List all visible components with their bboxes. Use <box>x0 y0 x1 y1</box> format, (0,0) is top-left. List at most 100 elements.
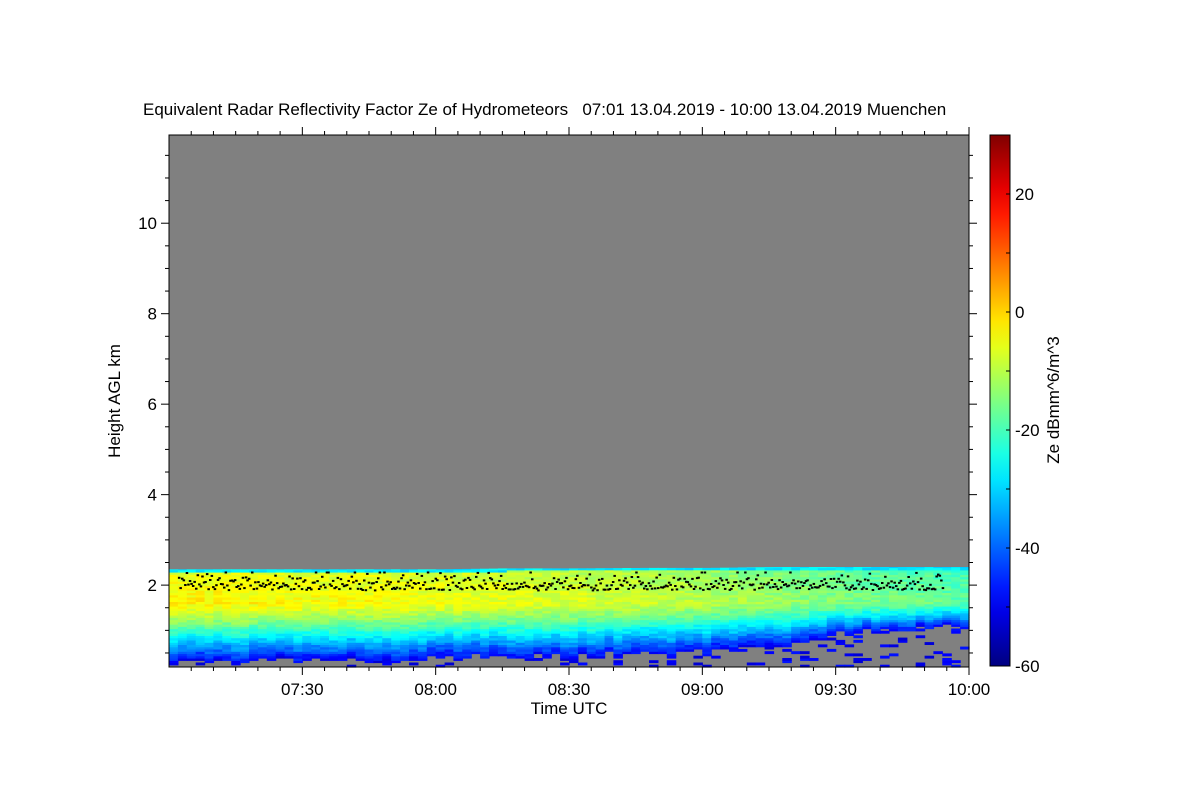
heatmap-cell <box>897 637 908 641</box>
heatmap-cell <box>826 648 837 652</box>
marker-point <box>282 582 285 585</box>
marker-point <box>691 577 694 580</box>
marker-point <box>758 587 761 590</box>
heatmap-cell <box>560 662 570 666</box>
marker-point <box>423 581 427 584</box>
marker-point <box>730 587 733 590</box>
marker-point <box>498 580 501 583</box>
marker-point <box>322 583 326 586</box>
marker-point <box>286 585 290 588</box>
heatmap-cell <box>640 567 650 571</box>
marker-point <box>863 578 867 581</box>
heatmap-cell <box>915 628 926 632</box>
marker-point <box>545 588 548 591</box>
marker-point <box>846 575 850 578</box>
marker-point <box>792 579 795 582</box>
heatmap-cell <box>915 635 926 639</box>
y-tick-label: 8 <box>148 305 157 324</box>
heatmap-cell <box>391 569 401 571</box>
marker-point <box>187 583 190 586</box>
marker-point <box>296 577 299 580</box>
marker-point <box>674 585 677 587</box>
marker-point <box>260 585 263 588</box>
marker-point <box>367 581 371 584</box>
marker-point <box>608 588 612 590</box>
marker-point <box>720 579 724 582</box>
marker-point <box>775 585 778 588</box>
marker-point <box>644 585 648 587</box>
marker-point <box>803 582 806 584</box>
heatmap-cell <box>533 568 543 571</box>
marker-point <box>646 588 649 591</box>
marker-point <box>266 579 270 582</box>
marker-point <box>823 578 826 581</box>
marker-point <box>272 584 276 587</box>
marker-point <box>513 588 517 591</box>
heatmap-cell <box>817 644 828 648</box>
heatmap-cell <box>880 630 890 634</box>
marker-point <box>496 583 500 586</box>
marker-point <box>426 571 430 574</box>
marker-point <box>299 577 302 580</box>
marker-point <box>870 582 873 585</box>
marker-point <box>896 588 900 591</box>
marker-point <box>241 576 245 579</box>
marker-point <box>384 584 388 587</box>
marker-point <box>244 576 248 579</box>
marker-point <box>890 580 893 583</box>
heatmap-cell <box>169 569 179 571</box>
x-axis-label: Time UTC <box>531 699 608 718</box>
heatmap-cell <box>960 646 970 650</box>
heatmap-cell <box>737 648 748 652</box>
marker-point <box>464 578 467 581</box>
heatmap-cell <box>720 567 730 571</box>
heatmap-cell <box>800 651 810 655</box>
heatmap-cell <box>657 567 668 571</box>
marker-point <box>487 571 490 574</box>
marker-point <box>643 587 646 590</box>
heatmap-cell <box>622 568 632 571</box>
marker-point <box>509 588 512 591</box>
marker-point <box>579 582 582 584</box>
heatmap-cell <box>951 628 961 632</box>
marker-point <box>369 586 372 589</box>
marker-point <box>473 588 476 591</box>
marker-point <box>243 587 246 590</box>
marker-point <box>510 582 514 585</box>
marker-point <box>736 571 739 574</box>
heatmap-cell <box>613 568 623 571</box>
marker-point <box>854 587 858 590</box>
marker-point <box>506 582 509 585</box>
marker-point <box>759 582 763 585</box>
marker-point <box>585 577 588 580</box>
marker-point <box>372 582 375 585</box>
heatmap-cell <box>906 567 917 569</box>
marker-point <box>288 575 291 578</box>
heatmap-cell <box>889 653 899 657</box>
marker-point <box>618 579 621 582</box>
marker-point <box>741 587 744 590</box>
marker-point <box>182 579 186 582</box>
marker-point <box>593 587 596 590</box>
marker-point <box>938 574 942 577</box>
marker-point <box>237 585 240 588</box>
heatmap-cell <box>551 568 561 571</box>
marker-point <box>456 585 459 588</box>
marker-point <box>503 584 506 587</box>
marker-point <box>265 584 268 587</box>
marker-point <box>601 577 604 580</box>
marker-point <box>569 584 573 587</box>
heatmap-cell <box>426 569 437 571</box>
marker-point <box>238 587 242 590</box>
heatmap-cell <box>817 567 828 569</box>
marker-point <box>907 576 910 578</box>
heatmap-cell <box>266 569 277 571</box>
heatmap-cell <box>924 642 935 645</box>
colorbar <box>989 134 1011 667</box>
heatmap-cell <box>311 569 321 571</box>
heatmap-cell <box>773 567 783 569</box>
marker-point <box>409 579 413 582</box>
marker-point <box>257 581 260 584</box>
heatmap-cell <box>222 569 232 571</box>
colorbar-label: Ze dBmm^6/m^3 <box>1044 336 1063 463</box>
